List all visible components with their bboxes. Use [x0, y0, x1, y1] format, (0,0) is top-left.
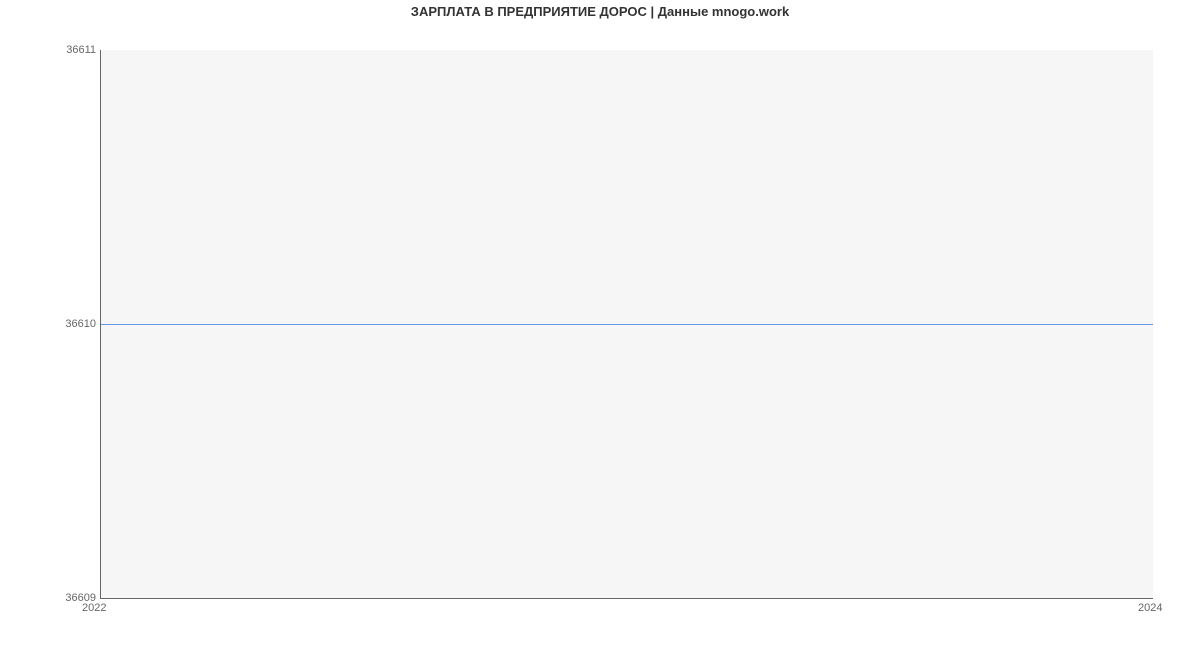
x-tick-left: 2022	[82, 602, 106, 614]
y-tick-top: 36611	[6, 44, 96, 56]
chart-title: ЗАРПЛАТА В ПРЕДПРИЯТИЕ ДОРОС | Данные mn…	[0, 4, 1200, 19]
salary-chart: ЗАРПЛАТА В ПРЕДПРИЯТИЕ ДОРОС | Данные mn…	[0, 0, 1200, 650]
y-tick-mid: 36610	[6, 318, 96, 330]
x-tick-right: 2024	[1138, 602, 1162, 614]
plot-area	[100, 50, 1153, 599]
data-line	[101, 324, 1153, 325]
